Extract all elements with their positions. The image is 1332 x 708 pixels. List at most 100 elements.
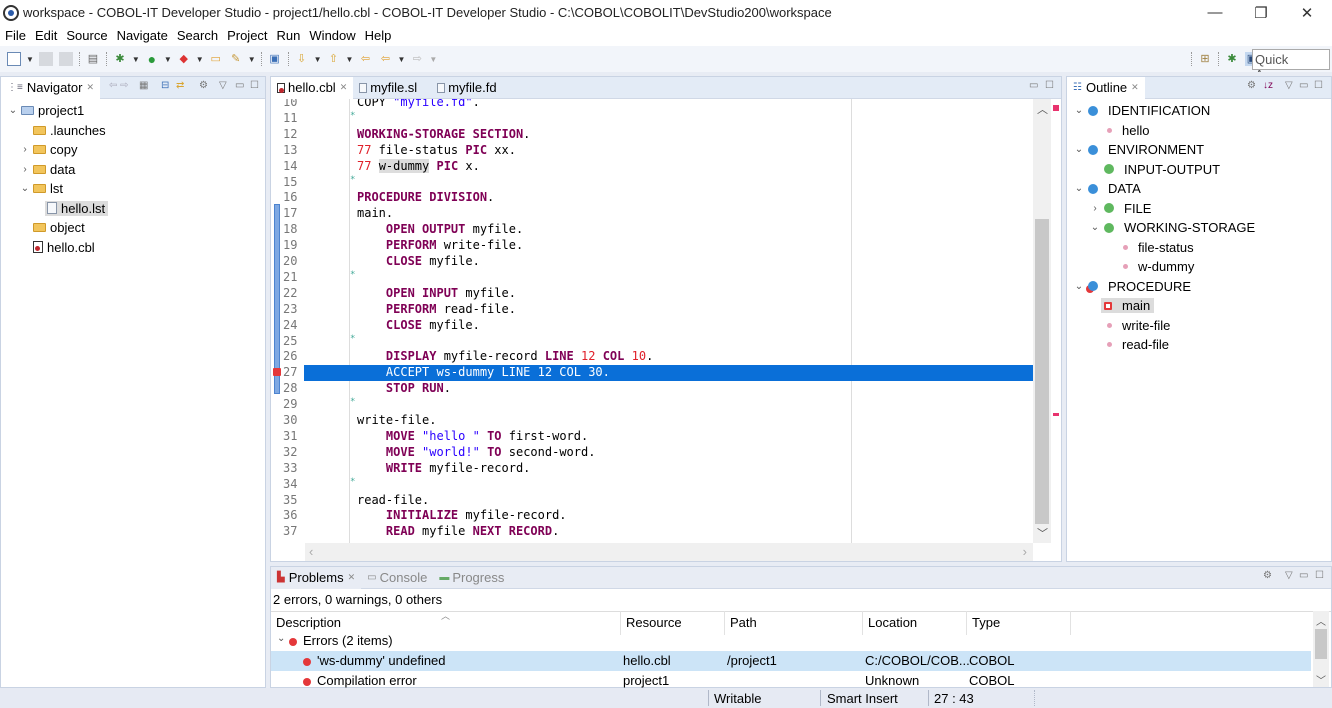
close-icon[interactable]: ✕ — [86, 82, 94, 93]
outline-item[interactable]: w-dummy — [1067, 257, 1331, 277]
tree-item-lst[interactable]: ⌄ lst — [1, 179, 265, 199]
prev-annotation-dropdown-icon[interactable]: ▼ — [346, 55, 354, 64]
hide-fields-icon[interactable]: ⚙ — [1247, 80, 1256, 91]
problem-row[interactable]: 'ws-dummy' undefined hello.cbl /project1… — [271, 651, 1311, 671]
error-marker-icon[interactable] — [273, 368, 281, 377]
tree-item-launches[interactable]: .launches — [1, 121, 265, 141]
outline-item[interactable]: ⌄ WORKING-STORAGE — [1067, 218, 1331, 238]
vertical-scrollbar[interactable]: ︿ ﹀ — [1033, 99, 1051, 543]
code-line[interactable]: READ myfile NEXT RECORD. — [357, 524, 559, 538]
scroll-thumb[interactable] — [1315, 629, 1327, 659]
outline-item[interactable]: hello — [1067, 121, 1331, 141]
scroll-down-icon[interactable]: ﹀ — [1316, 672, 1326, 687]
horizontal-scrollbar[interactable]: ‹ › — [305, 543, 1033, 561]
tab-progress[interactable]: ▬ Progress — [433, 567, 510, 589]
error-overview-marker[interactable] — [1053, 105, 1059, 111]
prev-annotation-icon[interactable]: ⇧ — [327, 52, 341, 66]
new-icon[interactable] — [7, 52, 21, 66]
back-dropdown-icon[interactable]: ▼ — [397, 55, 405, 64]
debug-icon[interactable]: ✱ — [113, 52, 127, 66]
minimize-button[interactable]: — — [1192, 0, 1238, 25]
code-line[interactable]: write-file. — [357, 413, 436, 427]
code-line[interactable]: main. — [357, 206, 393, 220]
outline-item[interactable]: ⌄ ENVIRONMENT — [1067, 140, 1331, 160]
code-line[interactable]: WRITE myfile-record. — [357, 461, 531, 475]
code-line[interactable]: DISPLAY myfile-record LINE 12 COL 10. — [357, 349, 653, 363]
outline-item[interactable]: ⌄ PROCEDURE — [1067, 277, 1331, 297]
outline-item[interactable]: ⌄ DATA — [1067, 179, 1331, 199]
open-folder-icon[interactable]: ▭ — [209, 52, 223, 66]
tree-item-copy[interactable]: › copy — [1, 140, 265, 160]
menu-help[interactable]: Help — [365, 28, 392, 43]
menu-run[interactable]: Run — [277, 28, 301, 43]
chevron-right-icon[interactable]: › — [19, 144, 31, 155]
code-line[interactable]: PROCEDURE DIVISION. — [357, 190, 494, 204]
forward-icon[interactable]: ⇨ — [410, 52, 424, 66]
tree-item-hello-cbl[interactable]: hello.cbl — [1, 238, 265, 258]
save-all-icon[interactable] — [58, 52, 73, 66]
chevron-right-icon[interactable]: › — [1089, 203, 1101, 214]
forward-dropdown-icon[interactable]: ▼ — [429, 55, 437, 64]
compile-icon[interactable]: ▤ — [86, 52, 100, 66]
tree-item-hello-lst[interactable]: hello.lst — [1, 199, 265, 219]
code-line[interactable]: read-file. — [357, 493, 429, 507]
view-menu-icon[interactable]: ⚙ — [1263, 570, 1272, 581]
external-tools-dropdown-icon[interactable]: ▼ — [196, 55, 204, 64]
chevron-right-icon[interactable]: › — [19, 164, 31, 175]
tab-myfile-sl[interactable]: myfile.sl — [353, 77, 423, 99]
chevron-down-icon[interactable]: ⌄ — [1073, 183, 1085, 194]
code-line[interactable]: MOVE "hello " TO first-word. — [357, 429, 588, 443]
pen-icon[interactable]: ✎ — [229, 52, 243, 66]
scroll-left-icon[interactable]: ‹ — [309, 544, 313, 559]
console-icon[interactable]: ▣ — [268, 52, 282, 66]
error-line-marker[interactable] — [1053, 413, 1059, 416]
chevron-down-icon[interactable]: ⌄ — [1073, 144, 1085, 155]
scroll-up-icon[interactable]: ︿ — [1316, 613, 1326, 628]
scroll-right-icon[interactable]: › — [1023, 544, 1027, 559]
code-line[interactable]: 77 w-dummy PIC x. — [357, 158, 480, 173]
back-icon[interactable]: ⇦ ⇨ — [109, 80, 129, 91]
new-dropdown-icon[interactable]: ▼ — [26, 55, 34, 64]
code-line[interactable]: MOVE "world!" TO second-word. — [357, 445, 596, 459]
menu-edit[interactable]: Edit — [35, 28, 57, 43]
code-editor[interactable]: 10 COPY "myfile.fd". 11 * 12 WORKING-STORAGE … — [271, 99, 1033, 543]
code-line[interactable]: OPEN INPUT myfile. — [357, 286, 516, 300]
run-dropdown-icon[interactable]: ▼ — [164, 55, 172, 64]
tab-myfile-fd[interactable]: myfile.fd — [431, 77, 502, 99]
maximize-view-icon[interactable]: ☐ — [1045, 80, 1054, 91]
code-line[interactable]: OPEN OUTPUT myfile. — [357, 222, 523, 236]
outline-item[interactable]: main — [1067, 296, 1331, 316]
menu-project[interactable]: Project — [227, 28, 267, 43]
tab-outline[interactable]: ☷ Outline ✕ — [1067, 76, 1145, 99]
maximize-view-icon[interactable]: ☐ — [1314, 80, 1323, 91]
open-perspective-icon[interactable]: ⊞ — [1198, 52, 1212, 66]
sort-icon[interactable]: ↓z — [1263, 80, 1273, 91]
tab-console[interactable]: ▭ Console — [361, 567, 433, 589]
outline-item[interactable]: file-status — [1067, 238, 1331, 258]
view-menu-dropdown-icon[interactable]: ▽ — [1285, 570, 1293, 581]
code-line[interactable]: ACCEPT ws-dummy LINE 12 COL 30. — [357, 365, 610, 379]
menu-window[interactable]: Window — [309, 28, 355, 43]
outline-item[interactable]: INPUT-OUTPUT — [1067, 160, 1331, 180]
code-line[interactable]: CLOSE myfile. — [357, 254, 480, 268]
outline-item[interactable]: write-file — [1067, 316, 1331, 336]
back-icon[interactable]: ⇦ — [378, 52, 392, 66]
code-line[interactable]: COPY "myfile.fd". — [357, 99, 480, 109]
quick-access-input[interactable]: Quick Access — [1252, 49, 1330, 82]
scroll-thumb[interactable] — [1035, 219, 1049, 524]
code-line[interactable]: PERFORM read-file. — [357, 302, 516, 316]
view-menu-dropdown-icon[interactable]: ▽ — [1285, 80, 1293, 91]
minimize-view-icon[interactable]: ▭ — [1299, 570, 1308, 581]
last-edit-icon[interactable]: ⇦ — [358, 52, 372, 66]
code-line[interactable]: 77 file-status PIC xx. — [357, 143, 516, 157]
chevron-down-icon[interactable]: ⌄ — [19, 183, 31, 194]
tree-item-project1[interactable]: ⌄ project1 — [1, 101, 265, 121]
maximize-view-icon[interactable]: ☐ — [1315, 570, 1324, 581]
chevron-down-icon[interactable]: ⌄ — [277, 633, 285, 644]
code-line[interactable]: INITIALIZE myfile-record. — [357, 508, 567, 522]
problems-group-errors[interactable]: ⌄ Errors (2 items) — [271, 631, 1311, 651]
chevron-down-icon[interactable]: ⌄ — [1089, 222, 1101, 233]
next-annotation-dropdown-icon[interactable]: ▼ — [314, 55, 322, 64]
outline-item[interactable]: › FILE — [1067, 199, 1331, 219]
maximize-view-icon[interactable]: ☐ — [250, 80, 259, 91]
